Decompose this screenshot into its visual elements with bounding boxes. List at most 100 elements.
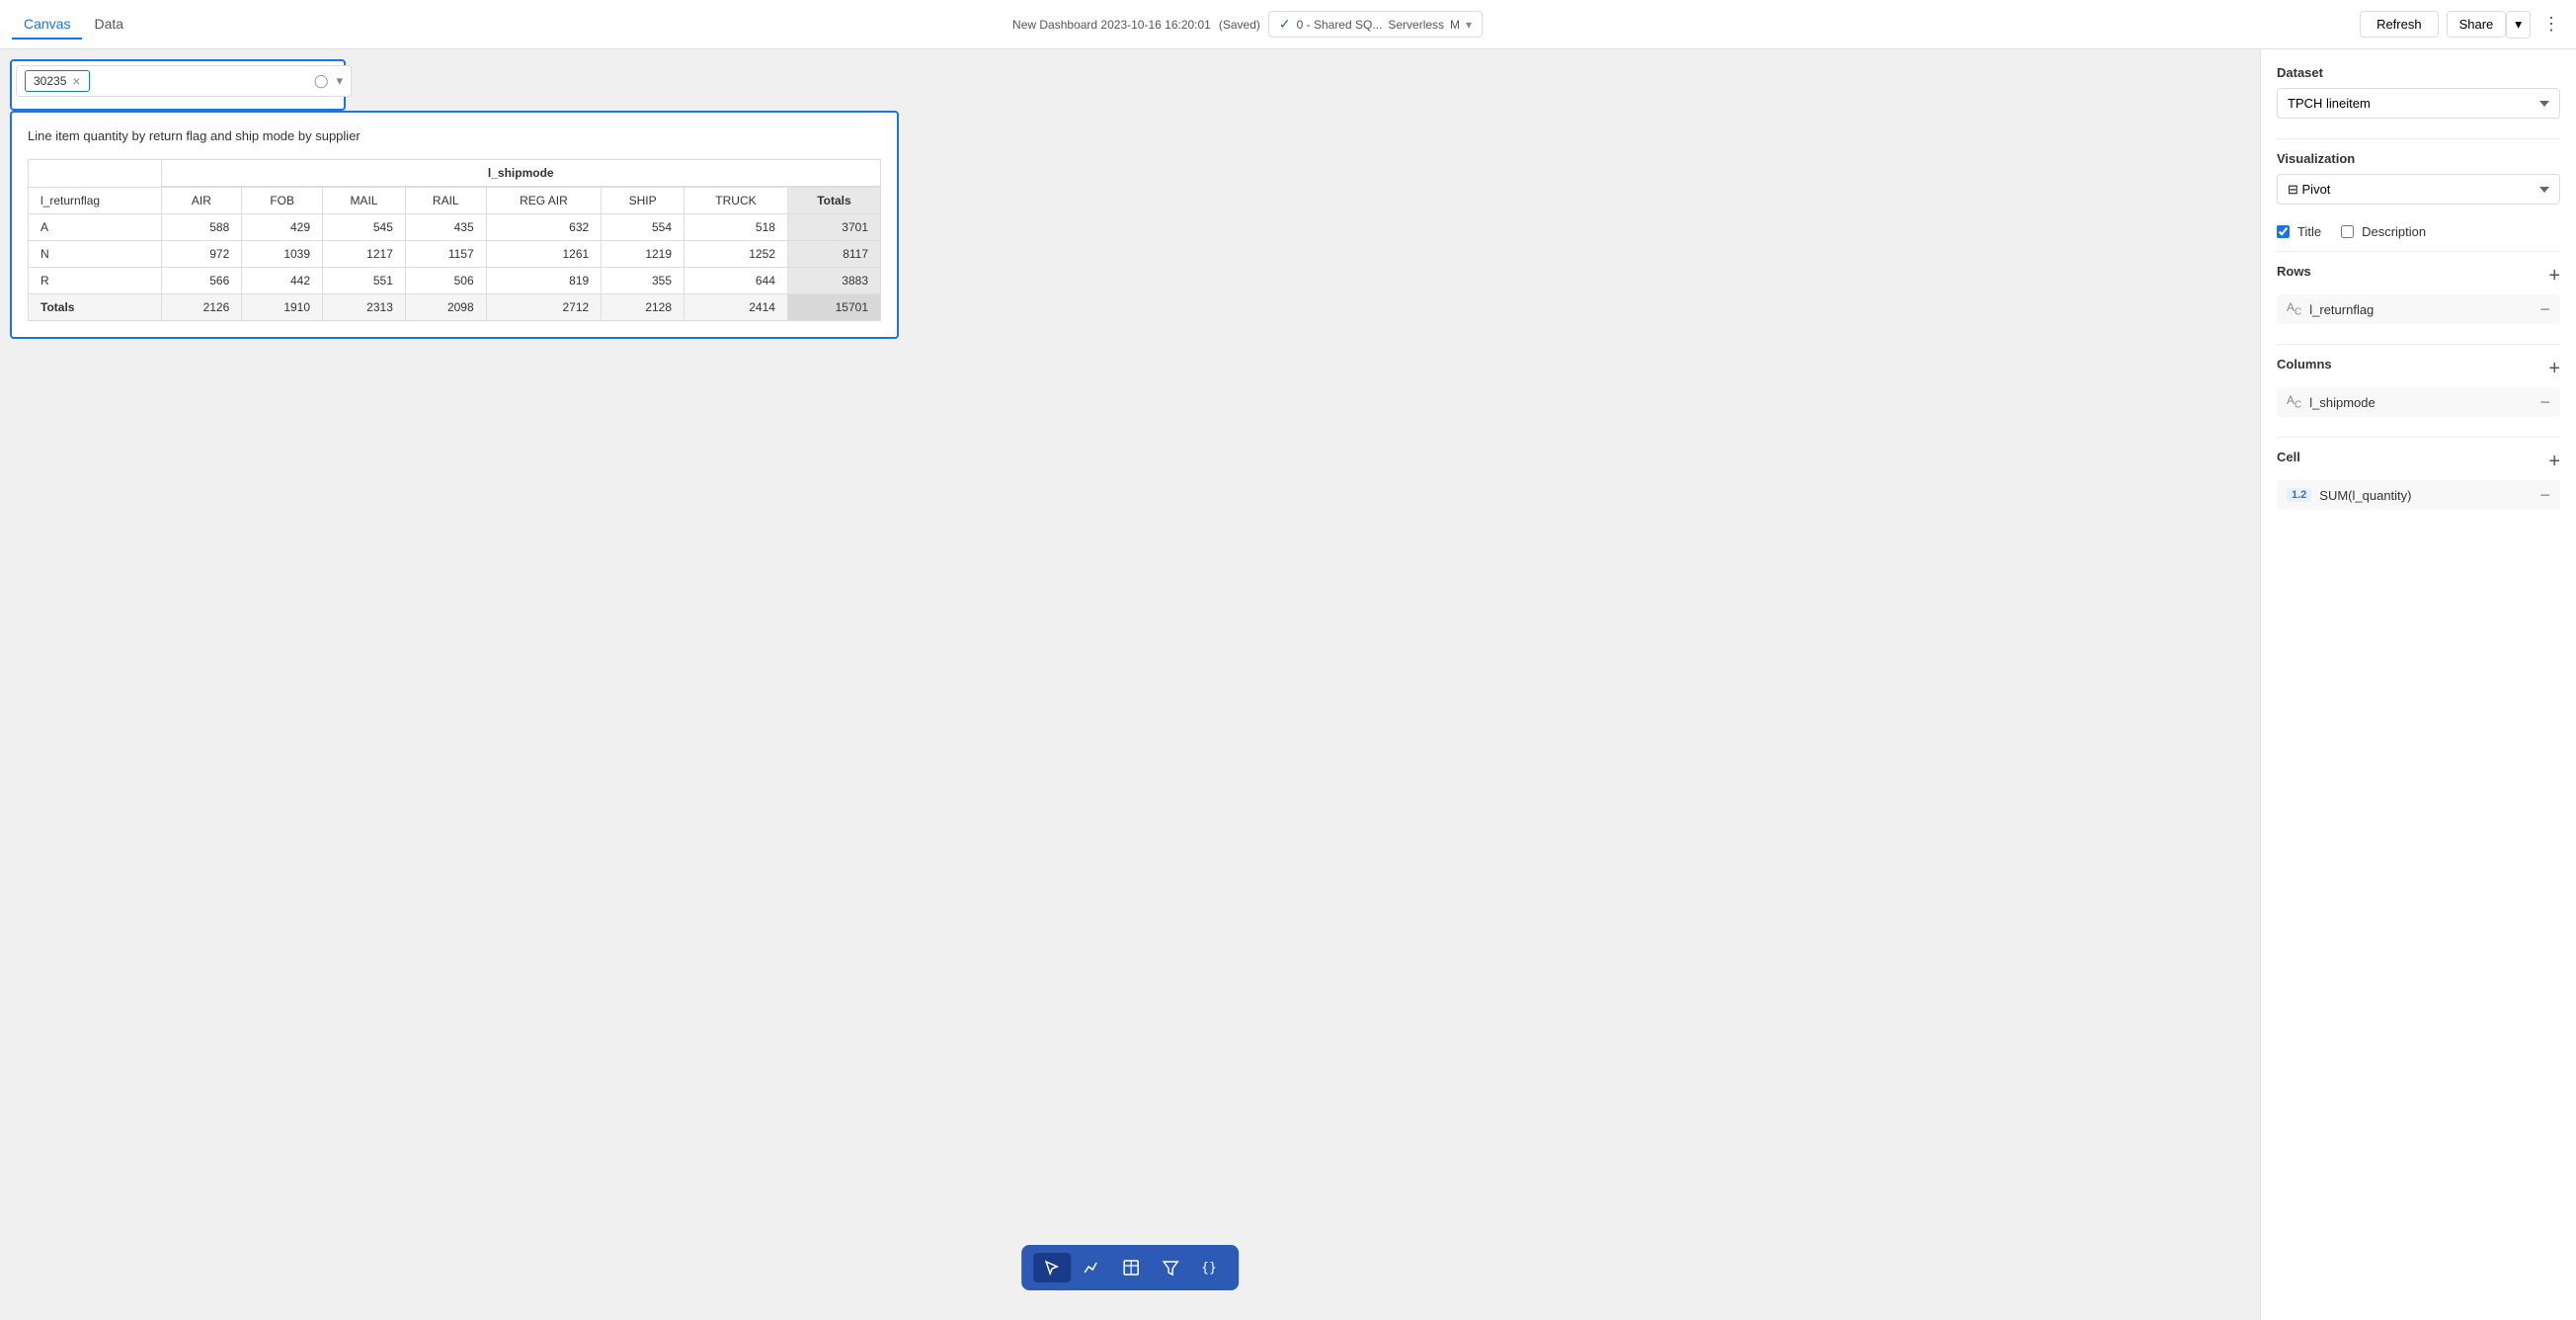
cell-remove-button[interactable]: −	[2539, 486, 2550, 504]
row-a-fob: 429	[242, 214, 323, 241]
toolbar-code-button[interactable]: {}	[1191, 1255, 1227, 1281]
toolbar-select-button[interactable]	[1033, 1253, 1071, 1282]
columns-field-item: AC l_shipmode −	[2277, 387, 2560, 417]
connection-button[interactable]: ✓ 0 - Shared SQ... Serverless M ▾	[1268, 11, 1483, 38]
row-n-truck: 1252	[684, 241, 788, 268]
panel-divider-3	[2277, 344, 2560, 345]
tab-data[interactable]: Data	[82, 10, 135, 40]
dataset-section: Dataset TPCH lineitem	[2277, 65, 2560, 119]
columns-field-name: l_shipmode	[2309, 395, 2532, 410]
row-a-rail: 435	[405, 214, 486, 241]
filter-tag-value: 30235	[34, 74, 66, 88]
totals-fob: 1910	[242, 294, 323, 321]
col-totals: Totals	[787, 187, 880, 214]
row-n-ship: 1219	[602, 241, 684, 268]
description-label: Description	[2362, 224, 2426, 239]
totals-regair: 2712	[486, 294, 602, 321]
chart-title: Line item quantity by return flag and sh…	[28, 128, 881, 143]
panel-divider-2	[2277, 251, 2560, 252]
col-fob: FOB	[242, 187, 323, 214]
connection-label: 0 - Shared SQ...	[1297, 18, 1383, 32]
description-checkbox[interactable]	[2341, 225, 2354, 238]
rows-remove-button[interactable]: −	[2539, 300, 2550, 318]
column-group-header: l_shipmode	[161, 160, 881, 188]
canvas-area[interactable]: 30235 × ◯ ▾ Line item quantity by return…	[0, 49, 2260, 1320]
row-r-fob: 442	[242, 268, 323, 294]
connection-type: Serverless	[1388, 18, 1444, 32]
dataset-select[interactable]: TPCH lineitem	[2277, 88, 2560, 119]
table-row: A 588 429 545 435 632 554 518 3701	[29, 214, 881, 241]
refresh-button[interactable]: Refresh	[2360, 11, 2439, 38]
row-n-rail: 1157	[405, 241, 486, 268]
filter-clear-icon[interactable]: ◯	[314, 73, 329, 89]
filter-dropdown-icon[interactable]: ▾	[336, 73, 343, 89]
topbar-actions: Refresh Share ▾ ⋮	[2360, 10, 2564, 39]
totals-rail: 2098	[405, 294, 486, 321]
share-button[interactable]: Share	[2447, 11, 2507, 38]
row-n-total: 8117	[787, 241, 880, 268]
row-r-rail: 506	[405, 268, 486, 294]
cell-label: Cell	[2277, 450, 2300, 464]
title-checkbox[interactable]	[2277, 225, 2290, 238]
columns-header: Columns +	[2277, 357, 2560, 379]
tab-canvas[interactable]: Canvas	[12, 10, 82, 40]
totals-ship: 2128	[602, 294, 684, 321]
visualization-section: Visualization ⊟ Pivot	[2277, 151, 2560, 205]
col-truck: TRUCK	[684, 187, 788, 214]
row-n-label: N	[29, 241, 162, 268]
columns-add-button[interactable]: +	[2548, 359, 2560, 378]
connection-size: M	[1450, 18, 1460, 32]
share-dropdown-button[interactable]: ▾	[2506, 11, 2531, 39]
filter-tag-close[interactable]: ×	[72, 73, 80, 89]
table-row: N 972 1039 1217 1157 1261 1219 1252 8117	[29, 241, 881, 268]
rows-field-icon: AC	[2287, 300, 2301, 317]
right-panel: Dataset TPCH lineitem Visualization ⊟ Pi…	[2260, 49, 2576, 1320]
row-r-regair: 819	[486, 268, 602, 294]
totals-air: 2126	[161, 294, 242, 321]
rows-field-name: l_returnflag	[2309, 302, 2532, 317]
toolbar-chart-button[interactable]	[1073, 1253, 1110, 1282]
toolbar-table-button[interactable]	[1112, 1253, 1150, 1282]
row-header-cell	[29, 160, 162, 188]
row-a-label: A	[29, 214, 162, 241]
row-a-ship: 554	[602, 214, 684, 241]
toolbar-filter-button[interactable]	[1152, 1253, 1189, 1282]
rows-section: Rows + AC l_returnflag −	[2277, 264, 2560, 324]
totals-total: 15701	[787, 294, 880, 321]
cell-field-item: 1.2 SUM(l_quantity) −	[2277, 480, 2560, 510]
dataset-label: Dataset	[2277, 65, 2560, 80]
rows-header: Rows +	[2277, 264, 2560, 287]
row-r-label: R	[29, 268, 162, 294]
row-n-regair: 1261	[486, 241, 602, 268]
cell-header: Cell +	[2277, 450, 2560, 472]
row-r-total: 3883	[787, 268, 880, 294]
connection-status-icon: ✓	[1279, 16, 1291, 33]
filter-tag: 30235 ×	[25, 70, 90, 92]
share-dropdown-icon: ▾	[2515, 17, 2522, 32]
row-r-air: 566	[161, 268, 242, 294]
cell-add-button[interactable]: +	[2548, 452, 2560, 471]
col-mail: MAIL	[323, 187, 406, 214]
rows-label: Rows	[2277, 264, 2311, 279]
main-layout: 30235 × ◯ ▾ Line item quantity by return…	[0, 49, 2576, 1320]
totals-mail: 2313	[323, 294, 406, 321]
rows-add-button[interactable]: +	[2548, 266, 2560, 286]
cell-section: Cell + 1.2 SUM(l_quantity) −	[2277, 450, 2560, 510]
panel-divider-1	[2277, 138, 2560, 139]
filter-bar[interactable]: 30235 × ◯ ▾	[16, 65, 352, 97]
table-row: R 566 442 551 506 819 355 644 3883	[29, 268, 881, 294]
saved-label: (Saved)	[1219, 18, 1260, 32]
col-rail: RAIL	[405, 187, 486, 214]
visualization-select[interactable]: ⊟ Pivot	[2277, 174, 2560, 205]
totals-label: Totals	[29, 294, 162, 321]
filter-outer: 30235 × ◯ ▾	[10, 59, 346, 111]
rows-field-item: AC l_returnflag −	[2277, 294, 2560, 324]
columns-label: Columns	[2277, 357, 2332, 371]
panel-divider-4	[2277, 437, 2560, 438]
more-menu-button[interactable]: ⋮	[2538, 10, 2564, 39]
row-r-mail: 551	[323, 268, 406, 294]
columns-section: Columns + AC l_shipmode −	[2277, 357, 2560, 417]
columns-remove-button[interactable]: −	[2539, 393, 2550, 411]
pivot-table: l_shipmode l_returnflag AIR FOB MAIL RAI…	[28, 159, 881, 321]
col-regair: REG AIR	[486, 187, 602, 214]
